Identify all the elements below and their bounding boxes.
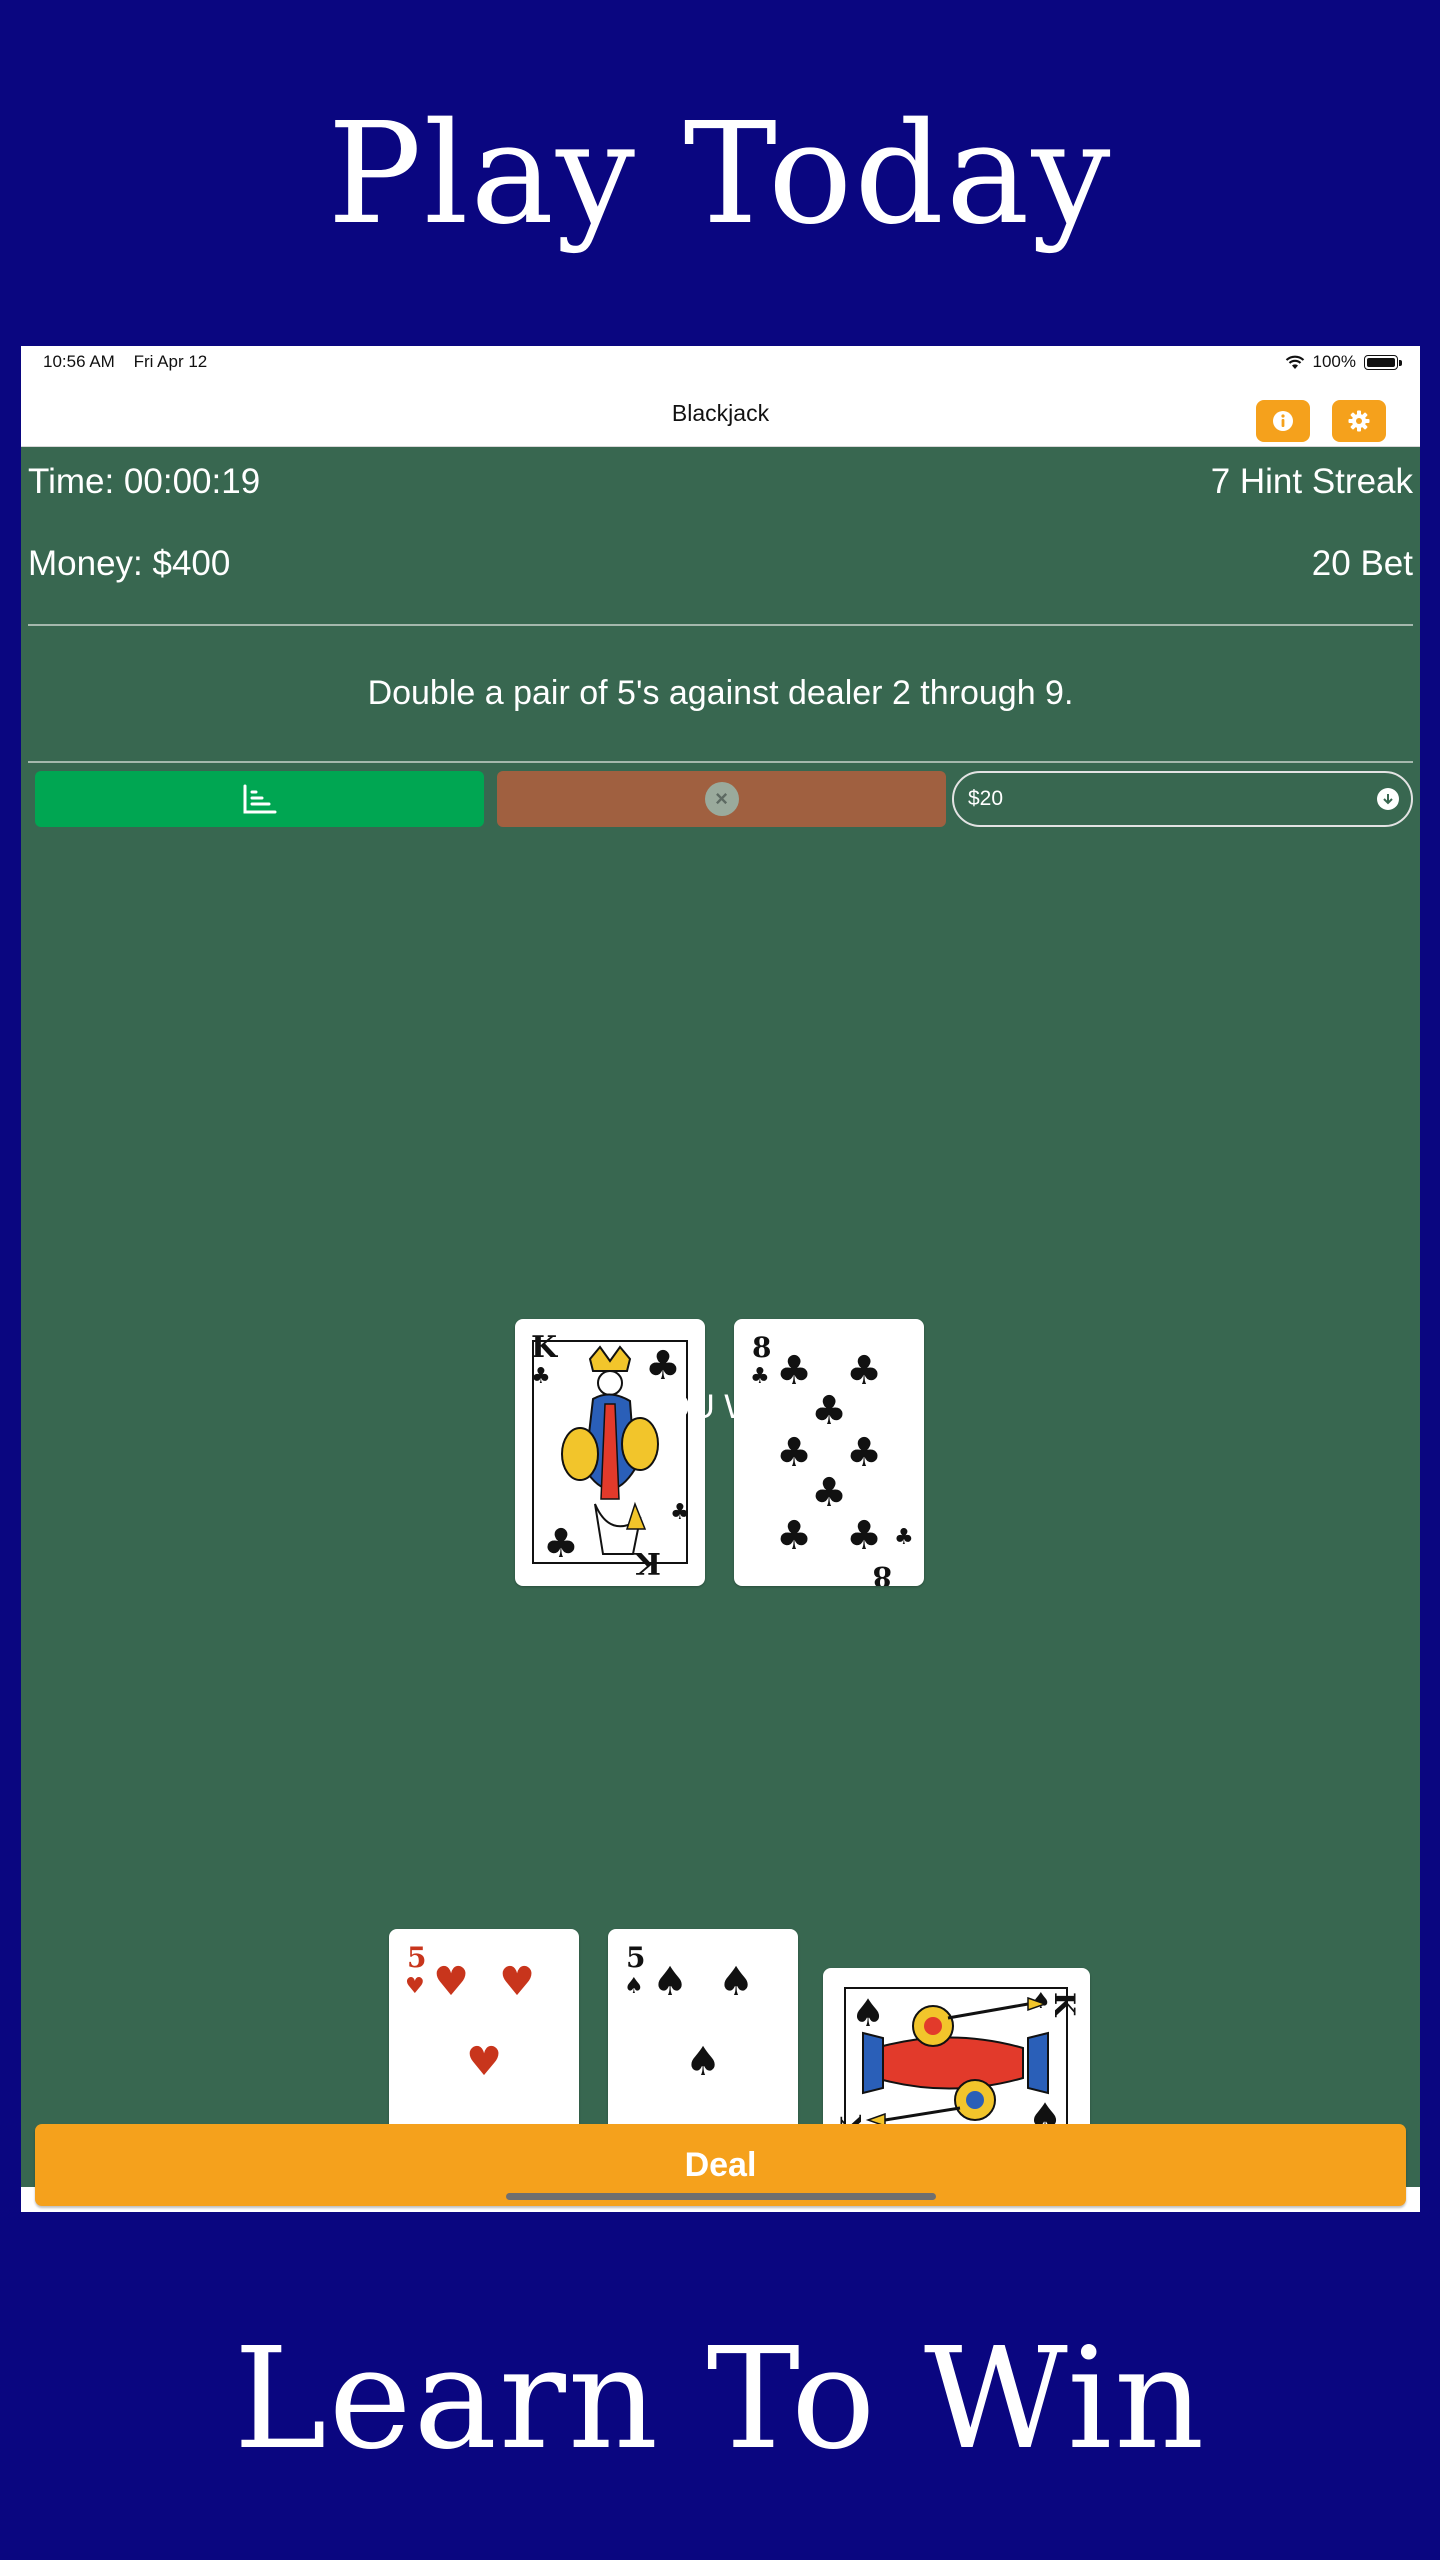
card-rank: 5 [626, 1941, 645, 1974]
elapsed-time: Time: 00:00:19 [28, 462, 261, 501]
svg-text:K: K [634, 1545, 661, 1580]
money-balance: Money: $400 [28, 544, 231, 583]
status-bar: 10:56 AM Fri Apr 12 100% [21, 346, 1420, 380]
svg-text:♣: ♣ [670, 1500, 690, 1525]
bet-select-value: $20 [968, 787, 1004, 810]
strategy-chart-button[interactable] [35, 771, 484, 827]
svg-text:♣: ♣ [811, 1470, 847, 1516]
info-button[interactable] [1256, 400, 1310, 442]
wifi-icon [1285, 355, 1304, 369]
current-bet: 20 Bet [1311, 544, 1413, 583]
svg-text:♣: ♣ [894, 1525, 914, 1550]
ipad-screen: 10:56 AM Fri Apr 12 100% Blackjack Time:… [21, 346, 1420, 2212]
battery-percent: 100% [1312, 352, 1356, 371]
svg-text:♣: ♣ [776, 1430, 812, 1476]
round-result: YOU WIN! [641, 1388, 800, 1426]
game-table: Time: 00:00:19 7 Hint Streak Money: $400… [21, 447, 1420, 2206]
svg-text:♥: ♥ [499, 1959, 535, 2005]
svg-text:♣: ♣ [846, 1513, 882, 1559]
svg-text:♣: ♣ [846, 1430, 882, 1476]
info-icon [1273, 411, 1293, 431]
nav-title: Blackjack [671, 400, 770, 426]
svg-text:♠: ♠ [718, 1959, 754, 2005]
gear-icon [1348, 410, 1370, 432]
clear-icon: × [704, 782, 739, 816]
card-suit: ♣ [750, 1364, 770, 1389]
status-time: 10:56 AM [43, 352, 115, 371]
svg-text:8: 8 [873, 1560, 892, 1586]
divider [28, 761, 1413, 763]
chart-icon [243, 784, 276, 814]
svg-text:♠: ♠ [652, 1959, 688, 2005]
settings-button[interactable] [1332, 400, 1386, 442]
svg-text:♣: ♣ [543, 1521, 579, 1567]
svg-text:♥: ♥ [433, 1959, 469, 2005]
chevron-down-icon [1377, 788, 1399, 810]
divider [28, 624, 1413, 626]
card-rank: K [531, 1330, 558, 1365]
dealer-card-eight-clubs: 8 ♣ ♣ ♣ ♣ ♣ ♣ ♣ ♣ ♣ ♣ 8 [734, 1319, 924, 1586]
card-rank: 8 [752, 1331, 771, 1364]
hint-streak: 7 Hint Streak [1210, 462, 1413, 501]
navigation-bar: Blackjack [21, 380, 1420, 447]
svg-text:♣: ♣ [776, 1513, 812, 1559]
card-suit: ♠ [624, 1974, 644, 1999]
card-rank: K [1048, 1992, 1081, 2018]
bet-amount-select[interactable]: $20 [952, 771, 1413, 827]
svg-text:♠: ♠ [685, 2039, 721, 2085]
svg-text:♣: ♣ [645, 1343, 681, 1389]
card-suit: ♥ [405, 1974, 425, 1999]
battery-icon [1364, 354, 1402, 370]
strategy-hint: Double a pair of 5's against dealer 2 th… [367, 674, 1074, 712]
promo-headline-top: Play Today [327, 93, 1113, 256]
status-date: Fri Apr 12 [133, 352, 208, 371]
promo-headline-bottom: Learn To Win [233, 2318, 1207, 2481]
svg-text:♠: ♠ [851, 1991, 885, 2035]
svg-text:♥: ♥ [466, 2039, 502, 2085]
home-indicator [506, 2193, 936, 2200]
clear-bet-button[interactable]: × [497, 771, 946, 827]
dealer-card-king-clubs: K ♣ ♣ ♣ K ♣ [515, 1319, 705, 1586]
card-rank: 5 [407, 1941, 426, 1974]
